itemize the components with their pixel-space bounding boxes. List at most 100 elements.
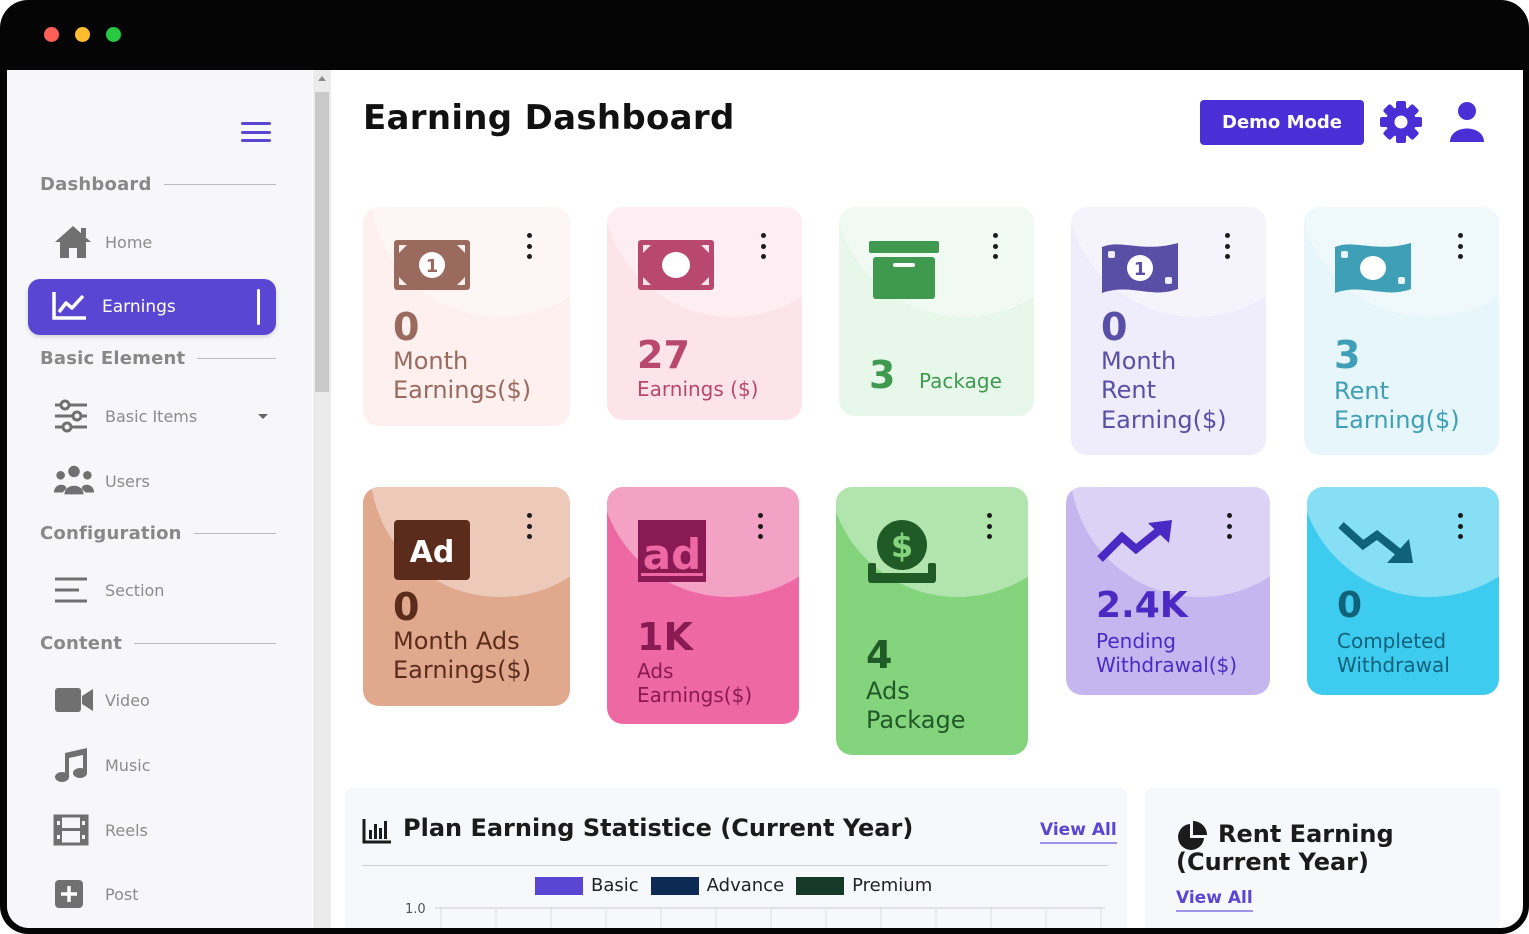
sidebar-item-video[interactable]: Video [53, 680, 150, 720]
sidebar-item-label: Basic Items [105, 406, 198, 426]
plus-square-icon [53, 874, 95, 914]
panel-title-line2: (Current Year) [1176, 848, 1369, 876]
svg-text:ad: ad [643, 530, 701, 579]
stat-value: 0 [393, 305, 420, 349]
chart-legend: Basic Advance Premium [535, 875, 932, 896]
more-options-icon[interactable] [1224, 233, 1230, 259]
stat-card-rent-earning[interactable]: 3 Rent Earning($) [1304, 207, 1499, 455]
bar-chart-icon [362, 818, 392, 848]
gear-icon[interactable] [1379, 100, 1423, 144]
stat-card-month-rent-earning[interactable]: 1 0 Month Rent Earning($) [1071, 207, 1266, 455]
stat-card-completed-withdrawal[interactable]: 0 Completed Withdrawal [1307, 487, 1499, 695]
more-options-icon[interactable] [1457, 513, 1463, 539]
stat-label-text: Month Earnings($) [393, 347, 532, 405]
stat-card-earnings[interactable]: 27 Earnings ($) [607, 207, 802, 420]
legend-label: Premium [852, 875, 933, 896]
window-controls [44, 27, 121, 42]
view-all-link[interactable]: View All [1040, 820, 1117, 844]
stat-label: Month Rent Earning($) [1101, 347, 1227, 435]
stat-label: Month Earnings($) [393, 347, 531, 406]
stat-card-ads-package[interactable]: $ 4 Ads Package [836, 487, 1028, 755]
stat-label: Package [919, 369, 1002, 393]
stat-card-month-ads-earnings[interactable]: Ad 0 Month Ads Earnings($) [363, 487, 570, 706]
home-icon [53, 222, 95, 262]
stat-label-text: Earnings ($) [637, 377, 759, 401]
page-title: Earning Dashboard [363, 98, 735, 138]
sidebar-section-dashboard: Dashboard [40, 174, 276, 195]
active-indicator [257, 289, 260, 325]
stat-card-pending-withdrawal[interactable]: 2.4K Pending Withdrawal($) [1066, 487, 1270, 695]
sidebar-item-home[interactable]: Home [53, 222, 152, 262]
more-options-icon[interactable] [526, 233, 532, 259]
sidebar-item-reels[interactable]: Reels [53, 810, 148, 850]
legend-label: Basic [591, 875, 639, 896]
stat-label: Rent Earning($) [1334, 377, 1460, 436]
sidebar-item-post[interactable]: Post [53, 874, 138, 914]
panel-title-line1: Rent Earning [1218, 820, 1394, 848]
stat-label-text: Month Ads Earnings($) [393, 627, 532, 685]
film-icon [53, 810, 95, 850]
svg-text:$: $ [891, 527, 913, 565]
stat-card-month-earnings[interactable]: 1 0 Month Earnings($) [363, 207, 570, 426]
stat-label-text: Ads Package [866, 677, 966, 735]
archive-box-icon [869, 239, 939, 305]
window-frame: Dashboard Home Earnings Basic Element Ba… [0, 0, 1529, 934]
lines-icon [53, 570, 95, 610]
sidebar-item-label: Reels [105, 820, 148, 840]
sidebar-scrollbar[interactable] [313, 70, 331, 928]
view-all-link[interactable]: View All [1176, 888, 1253, 912]
svg-text:1: 1 [1134, 259, 1147, 280]
more-options-icon[interactable] [986, 513, 992, 539]
sidebar-item-earnings[interactable]: Earnings [28, 279, 276, 335]
scroll-thumb[interactable] [315, 92, 329, 392]
sidebar-section-basic-element: Basic Element [40, 348, 276, 369]
user-profile-icon[interactable] [1447, 100, 1487, 144]
scroll-up-arrow-icon[interactable] [318, 76, 326, 81]
stat-card-ads-earnings[interactable]: ad 1K Ads Earnings($) [607, 487, 799, 724]
dollar-hand-icon: $ [866, 519, 938, 589]
legend-item[interactable]: Advance [650, 875, 784, 896]
money-bill-wave-icon: 1 [1101, 239, 1179, 301]
menu-toggle-icon[interactable] [241, 122, 271, 142]
sidebar-item-music[interactable]: Music [53, 745, 151, 785]
sidebar-item-label: Users [105, 471, 150, 491]
stat-label-text: Rent Earning($) [1334, 377, 1460, 435]
stat-label: Pending Withdrawal($) [1096, 629, 1237, 678]
stat-value: 27 [637, 333, 690, 377]
more-options-icon[interactable] [526, 513, 532, 539]
close-window-dot[interactable] [44, 27, 59, 42]
sidebar-item-section[interactable]: Section [53, 570, 164, 610]
stat-label: Ads Package [866, 677, 965, 736]
sidebar-section-label: Content [40, 633, 123, 654]
legend-swatch [796, 876, 845, 895]
app-screen: Dashboard Home Earnings Basic Element Ba… [7, 70, 1523, 928]
more-options-icon[interactable] [992, 233, 998, 259]
legend-swatch [650, 876, 699, 895]
demo-mode-button[interactable]: Demo Mode [1200, 100, 1364, 145]
sidebar-item-label: Earnings [102, 297, 176, 317]
stat-value: 3 [1334, 333, 1361, 377]
money-bill-icon: 1 [393, 239, 471, 295]
sidebar: Dashboard Home Earnings Basic Element Ba… [7, 70, 312, 928]
legend-swatch [535, 876, 583, 895]
stat-value: 0 [1101, 305, 1128, 349]
stat-label: Completed Withdrawal [1337, 629, 1450, 678]
sidebar-item-basic-items[interactable]: Basic Items [53, 396, 268, 436]
more-options-icon[interactable] [1457, 233, 1463, 259]
maximize-window-dot[interactable] [106, 27, 121, 42]
sidebar-item-users[interactable]: Users [53, 461, 150, 501]
more-options-icon[interactable] [757, 513, 763, 539]
svg-text:1: 1 [426, 256, 439, 277]
minimize-window-dot[interactable] [75, 27, 90, 42]
rent-earning-panel: Rent Earning (Current Year) View All [1145, 788, 1500, 928]
money-bill-wave-icon [1334, 239, 1412, 301]
stat-value: 0 [1337, 585, 1363, 626]
plan-earning-chart: 1.0 [405, 902, 1105, 928]
more-options-icon[interactable] [760, 233, 766, 259]
more-options-icon[interactable] [1226, 513, 1232, 539]
legend-item[interactable]: Premium [796, 875, 932, 896]
stat-card-package[interactable]: 3 Package [839, 207, 1034, 416]
sidebar-item-label: Section [105, 580, 165, 600]
legend-item[interactable]: Basic [535, 875, 639, 896]
ad-box-icon: ad [637, 519, 707, 587]
